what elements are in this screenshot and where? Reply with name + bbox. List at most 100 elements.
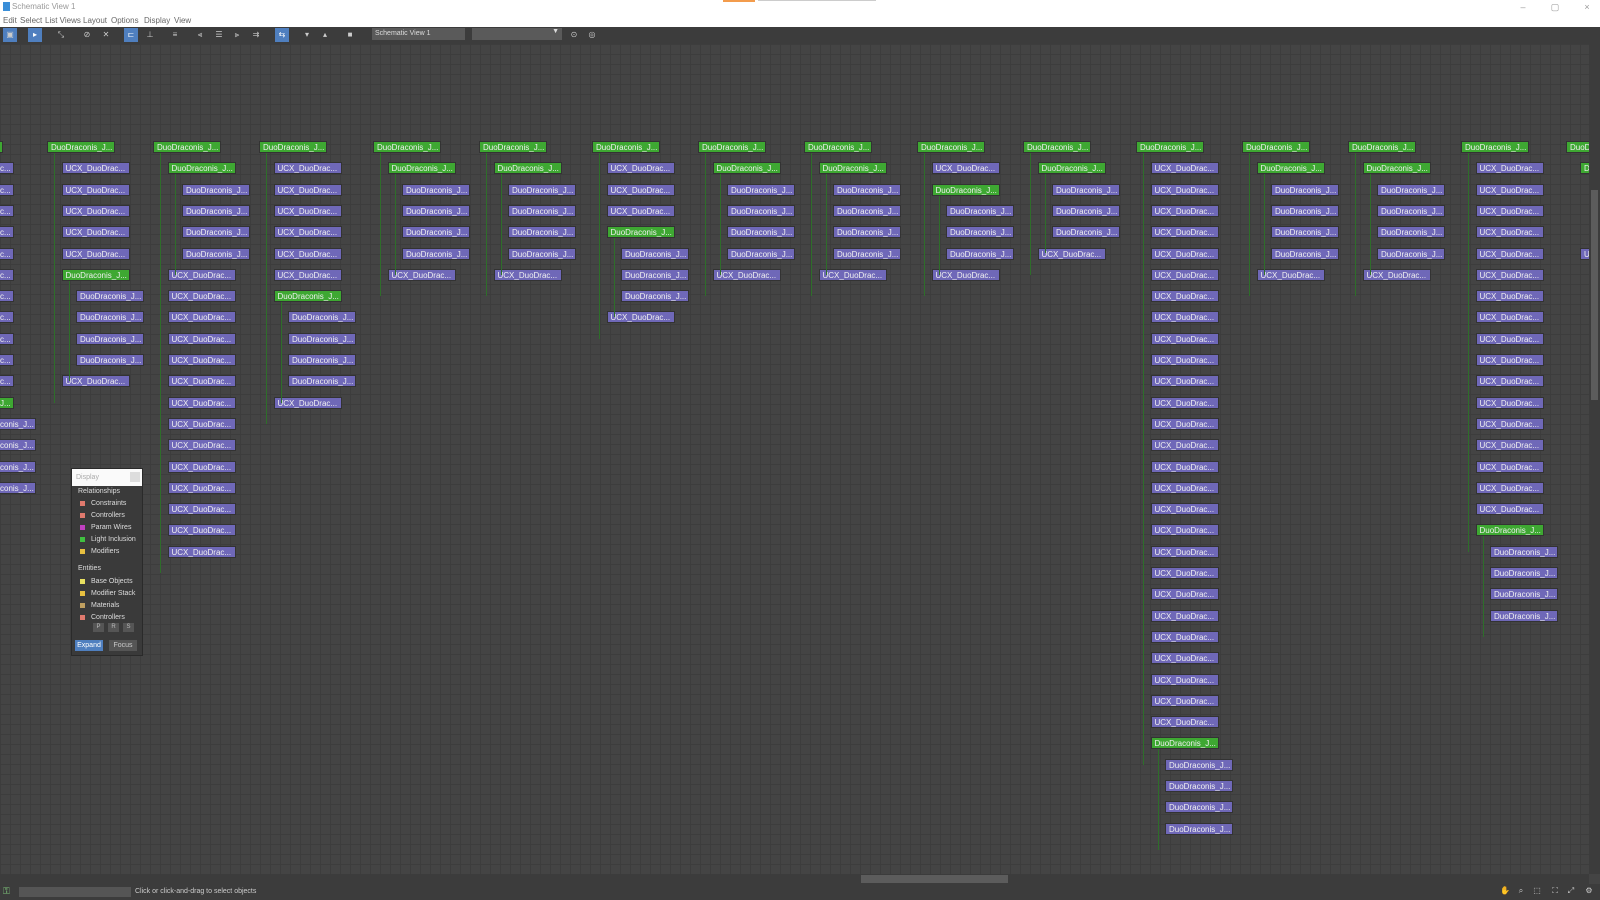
mesh-node[interactable]: DuoDraconis_J... — [1271, 204, 1339, 217]
collision-node[interactable]: UCX_DuoDrac... — [167, 375, 236, 388]
mesh-node[interactable]: DuoDraconis_J... — [1165, 780, 1233, 792]
collision-node[interactable]: UCX_DuoDrac... — [1475, 204, 1544, 217]
mesh-node[interactable]: DuoDraconis_J... — [1052, 183, 1120, 196]
mesh-node[interactable]: DuoDraconis_J... — [288, 332, 356, 345]
view-dropdown[interactable]: ▼ — [472, 28, 562, 40]
mesh-node[interactable]: DuoDraconis_J... — [1377, 247, 1445, 260]
hierarchy-mode-icon[interactable]: ⊏ — [124, 28, 138, 42]
collision-node[interactable]: UCX_DuoDrac... — [1150, 503, 1219, 516]
collision-node[interactable]: UCX_DuoDrac... — [167, 396, 236, 409]
mesh-node[interactable]: DuoDraconis_J... — [288, 311, 356, 324]
collision-node[interactable]: c... — [0, 226, 14, 239]
mesh-node[interactable]: DuoDraconis_J... — [1052, 204, 1120, 217]
collision-node[interactable]: UCX_DuoDrac... — [273, 396, 342, 409]
collision-node[interactable]: UCX_DuoDrac... — [1475, 183, 1544, 196]
collision-node[interactable]: UCX_DuoDrac... — [1150, 417, 1219, 430]
focus-button[interactable]: Focus — [109, 640, 137, 651]
collision-node[interactable]: UCX_DuoDrac... — [167, 417, 236, 430]
collision-node[interactable]: UCX_DuoDrac... — [1475, 226, 1544, 239]
align-center-icon[interactable]: ☰ — [212, 28, 226, 42]
group-node[interactable]: DuoDraconis_J... — [1566, 141, 1589, 153]
collision-node[interactable]: UCX_DuoDrac... — [818, 268, 887, 281]
collision-node[interactable]: UCX_DuoDrac... — [931, 268, 1000, 281]
mesh-node[interactable]: DuoDraconis_J... — [1165, 822, 1233, 835]
unlink-icon[interactable]: ⊘ — [80, 28, 94, 42]
zoom-selected-icon[interactable]: ◎ — [585, 28, 599, 42]
collision-node[interactable]: UCX_DuoDrac... — [1475, 290, 1544, 303]
mesh-node[interactable]: DuoDraconis_J... — [1490, 609, 1558, 622]
align-left-icon[interactable]: ⫷ — [193, 28, 207, 42]
collision-node[interactable]: UCX_DuoDrac... — [1475, 354, 1544, 366]
close-button[interactable]: × — [1580, 1, 1594, 13]
mesh-node[interactable]: DuoDraconis_J... — [76, 332, 144, 345]
collision-node[interactable]: UCX_DuoDrac... — [61, 247, 130, 260]
expand-button[interactable]: Expand — [75, 640, 103, 651]
collision-node[interactable]: c... — [0, 247, 14, 260]
mesh-node[interactable]: DuoDraconis_J... — [76, 354, 144, 366]
collision-node[interactable]: UCX_DuoDrac... — [1475, 460, 1544, 473]
collision-node[interactable]: UCX_DuoDrac... — [1037, 247, 1106, 260]
collision-node[interactable]: UCX_DuoDrac... — [1475, 481, 1544, 494]
mesh-node[interactable]: DuoDraconis_J... — [1377, 183, 1445, 196]
collision-node[interactable]: c... — [0, 183, 14, 196]
collision-node[interactable]: UCX_DuoDrac... — [1475, 162, 1544, 175]
mesh-node[interactable]: DuoDraconis_J... — [402, 204, 470, 217]
rel-light-inclusion[interactable]: Light Inclusion — [80, 535, 136, 545]
collapse-icon[interactable]: ▴ — [318, 28, 332, 42]
collision-node[interactable]: c... — [0, 375, 14, 388]
collision-node[interactable]: UCX_DuoDrac... — [1150, 311, 1219, 324]
menu-list-views[interactable]: List Views — [45, 16, 81, 25]
collision-node[interactable]: c... — [0, 332, 14, 345]
p-button[interactable]: P — [93, 623, 104, 632]
mesh-node[interactable]: DuoDraconis_J... — [1165, 801, 1233, 814]
menu-options[interactable]: Options — [111, 16, 139, 25]
mesh-node[interactable]: DuoDraconis_J... — [1377, 226, 1445, 239]
mesh-node[interactable]: DuoDraconis_J... — [621, 290, 689, 303]
collision-node[interactable]: UCX_DuoDrac... — [1150, 332, 1219, 345]
group-node[interactable]: DuoDraconis_J... — [387, 162, 456, 175]
mesh-node[interactable]: DuoDraconis_J... — [621, 247, 689, 260]
collision-node[interactable]: UCX_DuoDrac... — [1150, 162, 1219, 175]
collision-node[interactable]: UCX_DuoDrac... — [273, 268, 342, 281]
zoom-extents-icon[interactable]: ⊙ — [567, 28, 581, 42]
menu-edit[interactable]: Edit — [3, 16, 17, 25]
ent-materials[interactable]: Materials — [80, 601, 119, 611]
display-floater-icon[interactable]: ▣ — [3, 28, 17, 42]
collision-node[interactable]: UCX_DuoDrac... — [167, 332, 236, 345]
settings-icon[interactable]: ⚙ — [1584, 886, 1594, 896]
collision-node[interactable]: UCX_DuoDrac... — [606, 183, 675, 196]
collision-node[interactable]: UCX_DuoDrac... — [1580, 247, 1589, 260]
group-node[interactable]: DuoDraconis_J... — [61, 268, 130, 281]
collision-node[interactable]: UCX_DuoDrac... — [1150, 439, 1219, 452]
collision-node[interactable]: UCX_DuoDrac... — [167, 439, 236, 452]
mesh-node[interactable]: DuoDraconis_J... — [1271, 226, 1339, 239]
mesh-node[interactable]: DuoDraconis_J... — [76, 290, 144, 303]
collision-node[interactable]: UCX_DuoDrac... — [167, 354, 236, 366]
horizontal-scrollbar[interactable] — [0, 874, 1589, 884]
delete-icon[interactable]: ✕ — [99, 28, 113, 42]
group-node[interactable]: DuoDraconis_J... — [1256, 162, 1325, 175]
mesh-node[interactable]: DuoDraconis_J... — [833, 204, 901, 217]
group-node[interactable]: J... — [0, 396, 14, 409]
align-top-icon[interactable]: ⇉ — [249, 28, 263, 42]
rel-modifiers[interactable]: Modifiers — [80, 547, 119, 557]
collision-node[interactable]: UCX_DuoDrac... — [1475, 332, 1544, 345]
collision-node[interactable]: UCX_DuoDrac... — [61, 204, 130, 217]
collision-node[interactable]: UCX_DuoDrac... — [167, 311, 236, 324]
collision-node[interactable]: UCX_DuoDrac... — [606, 204, 675, 217]
minimize-button[interactable]: – — [1516, 1, 1530, 13]
group-node[interactable] — [0, 141, 3, 153]
mesh-node[interactable]: DuoDraconis_J... — [1052, 226, 1120, 239]
collision-node[interactable]: c... — [0, 204, 14, 217]
mesh-node[interactable]: DuoDraconis_J... — [76, 311, 144, 324]
collision-node[interactable]: UCX_DuoDrac... — [1150, 609, 1219, 622]
mesh-node[interactable]: DuoDraconis_J... — [1377, 204, 1445, 217]
collision-node[interactable]: UCX_DuoDrac... — [1150, 716, 1219, 729]
mesh-node[interactable]: DuoDraconis_J... — [1490, 567, 1558, 579]
collision-node[interactable]: UCX_DuoDrac... — [1150, 481, 1219, 494]
mesh-node[interactable]: DuoDraconis_J... — [946, 226, 1014, 239]
collision-node[interactable]: UCX_DuoDrac... — [1150, 247, 1219, 260]
rel-constraints[interactable]: Constraints — [80, 499, 126, 509]
mesh-node[interactable]: conis_J... — [0, 460, 36, 473]
group-node[interactable]: DuoDraconis_J... — [1242, 141, 1310, 153]
